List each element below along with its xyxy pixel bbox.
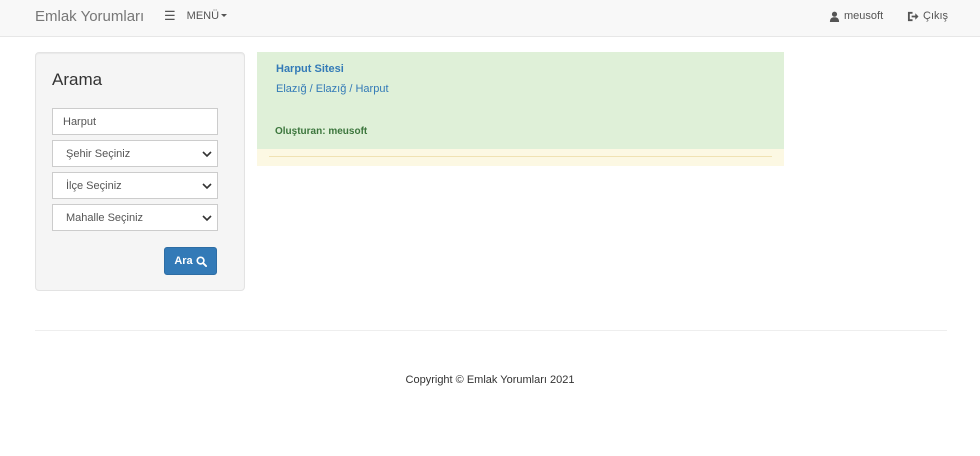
footer-divider bbox=[35, 330, 947, 331]
logout-icon bbox=[907, 11, 919, 21]
search-input[interactable]: Harput bbox=[52, 108, 218, 135]
district-select-value: İlçe Seçiniz bbox=[66, 179, 122, 192]
brand-link[interactable]: Emlak Yorumları bbox=[35, 8, 144, 25]
menu-dropdown-toggle[interactable]: ☰ MENÜ bbox=[164, 8, 228, 23]
neighborhood-select-value: Mahalle Seçiniz bbox=[66, 211, 144, 224]
divider bbox=[269, 156, 772, 157]
user-menu-link[interactable]: meusoft bbox=[829, 10, 883, 22]
menu-label-wrap: MENÜ bbox=[186, 9, 228, 22]
chevron-down-icon bbox=[202, 183, 212, 190]
hamburger-icon: ☰ bbox=[164, 8, 176, 23]
top-navbar: Emlak Yorumları ☰ MENÜ meusoft Çıkış bbox=[0, 0, 980, 37]
search-icon bbox=[196, 255, 207, 267]
city-select-value: Şehir Seçiniz bbox=[66, 147, 131, 160]
result-card-footer bbox=[257, 149, 784, 166]
user-icon bbox=[829, 11, 840, 22]
result-card: Harput Sitesi Elazığ / Elazığ / Harput O… bbox=[257, 52, 784, 149]
user-label: meusoft bbox=[844, 10, 884, 22]
caret-down-icon bbox=[221, 14, 228, 18]
logout-link[interactable]: Çıkış bbox=[907, 10, 948, 22]
district-select[interactable]: İlçe Seçiniz bbox=[52, 172, 218, 199]
search-button-label: Ara bbox=[174, 255, 193, 267]
chevron-down-icon bbox=[202, 151, 212, 158]
result-owner: Oluşturan: meusoft bbox=[275, 126, 368, 137]
result-title-link[interactable]: Harput Sitesi bbox=[276, 63, 344, 75]
menu-label: MENÜ bbox=[186, 9, 220, 22]
search-panel: Arama Harput Şehir Seçiniz İlçe Seçiniz … bbox=[35, 52, 245, 291]
copyright-text: Copyright © Emlak Yorumları 2021 bbox=[405, 374, 575, 386]
result-location-link[interactable]: Elazığ / Elazığ / Harput bbox=[276, 83, 389, 95]
city-select[interactable]: Şehir Seçiniz bbox=[52, 140, 218, 167]
search-button[interactable]: Ara bbox=[164, 247, 217, 275]
chevron-down-icon bbox=[202, 215, 212, 222]
logout-label: Çıkış bbox=[923, 10, 949, 22]
neighborhood-select[interactable]: Mahalle Seçiniz bbox=[52, 204, 218, 231]
search-title: Arama bbox=[52, 70, 103, 89]
